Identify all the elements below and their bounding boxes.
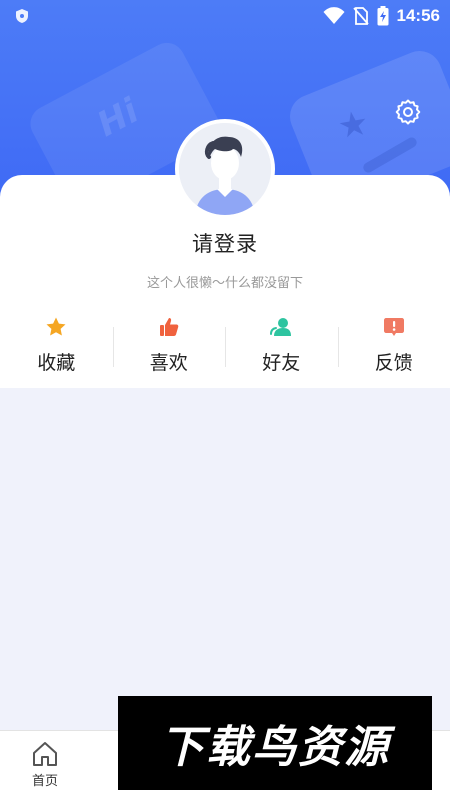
action-row: 收藏 喜欢 好友 反馈 — [0, 315, 450, 385]
friends-icon — [270, 318, 292, 336]
nav-home-label: 首页 — [31, 774, 58, 789]
login-prompt[interactable]: 请登录 — [0, 228, 450, 258]
home-icon — [33, 742, 57, 766]
favorites-button[interactable]: 收藏 — [0, 315, 113, 385]
feedback-button[interactable]: 反馈 — [337, 315, 450, 385]
clock: 14:56 — [396, 6, 440, 25]
thumbs-up-icon — [159, 318, 179, 336]
shield-icon — [16, 9, 28, 23]
avatar[interactable] — [175, 119, 275, 219]
default-avatar-icon — [179, 123, 271, 215]
status-bar: 14:56 — [0, 0, 450, 32]
watermark-text: 下载鸟资源 — [160, 722, 390, 773]
friends-label: 好友 — [262, 352, 301, 374]
user-bio: 这个人很懒～什么都没留下 — [146, 276, 303, 291]
gear-icon[interactable] — [394, 98, 422, 126]
nav-home[interactable]: 首页 — [20, 741, 70, 797]
no-sim-icon — [352, 7, 369, 25]
feedback-label: 反馈 — [374, 352, 413, 374]
likes-label: 喜欢 — [149, 352, 188, 374]
friends-button[interactable]: 好友 — [225, 315, 338, 385]
wifi-icon — [323, 7, 345, 24]
likes-button[interactable]: 喜欢 — [112, 315, 226, 385]
star-icon — [46, 317, 66, 336]
favorites-label: 收藏 — [37, 352, 76, 374]
watermark-banner: 下载鸟资源 — [118, 696, 432, 790]
battery-charging-icon — [377, 6, 389, 26]
feedback-icon — [383, 318, 404, 336]
